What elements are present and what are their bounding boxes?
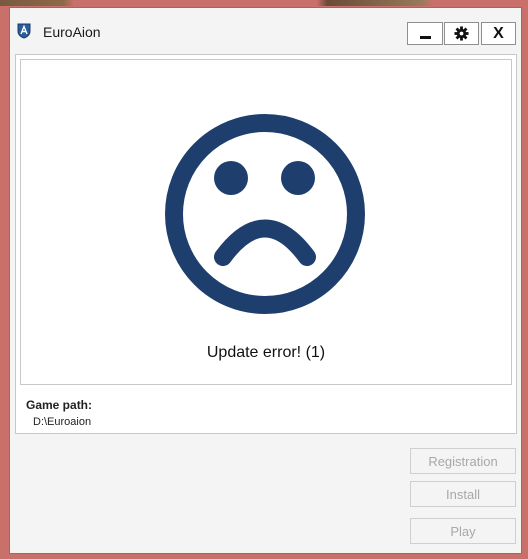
game-path-label: Game path:: [26, 398, 93, 412]
status-message: Update error! (1): [206, 344, 326, 361]
close-icon: X: [493, 24, 504, 42]
minimize-icon: [419, 36, 431, 39]
play-button[interactable]: Play: [410, 518, 516, 544]
background-strip: [0, 0, 528, 6]
settings-button[interactable]: [444, 22, 479, 45]
window-title: EuroAion: [43, 24, 101, 40]
game-path-value: D:\Euroaion: [33, 416, 92, 428]
registration-button[interactable]: Registration: [410, 448, 516, 474]
gear-icon: [454, 26, 469, 41]
content-panel: Update error! (1) Game path: D:\Euroaion: [15, 54, 517, 434]
install-button[interactable]: Install: [410, 481, 516, 507]
close-button[interactable]: X: [481, 22, 516, 45]
aion-shield-icon: [17, 23, 31, 39]
sad-face-icon: [165, 114, 365, 314]
status-panel: Update error! (1): [20, 59, 512, 385]
minimize-button[interactable]: [407, 22, 443, 45]
launcher-window: EuroAion X Update error! (1) Game path: …: [9, 7, 522, 554]
